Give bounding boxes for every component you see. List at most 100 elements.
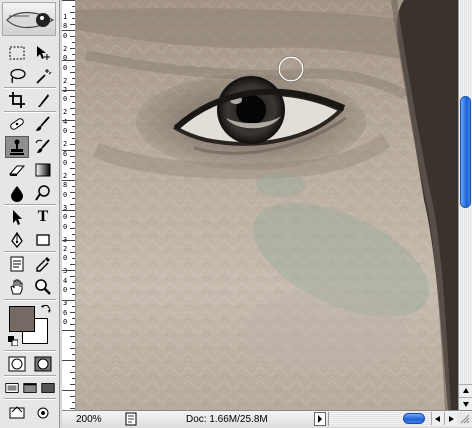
ruler-label: 0 xyxy=(63,127,68,136)
toolbox-panel: T xyxy=(0,0,60,428)
ruler-label: 0 xyxy=(63,95,68,104)
slice-tool[interactable] xyxy=(31,89,55,111)
ruler-label: 2 xyxy=(63,140,68,149)
default-colors-icon[interactable] xyxy=(8,336,18,346)
blur-tool[interactable] xyxy=(5,182,29,204)
notes-tool[interactable] xyxy=(5,253,29,275)
quick-mask-button[interactable] xyxy=(31,353,55,375)
gradient-tool[interactable] xyxy=(31,159,55,181)
pen-tool[interactable] xyxy=(5,229,29,251)
screen-mode-full[interactable] xyxy=(39,377,57,399)
ruler-label: 0 xyxy=(63,254,68,263)
ruler-label: 0 xyxy=(63,286,68,295)
zoom-tool[interactable] xyxy=(31,276,55,298)
status-menu-button[interactable] xyxy=(314,412,326,426)
ruler-tick xyxy=(72,162,75,163)
scroll-right-button[interactable] xyxy=(444,412,457,425)
ruler-label: 2 xyxy=(63,108,68,117)
healing-brush-tool[interactable] xyxy=(5,113,29,135)
marquee-tool[interactable] xyxy=(5,42,29,64)
vertical-scroll-thumb[interactable] xyxy=(460,96,471,208)
photoshop-eye-icon xyxy=(6,11,55,29)
ruler-tick xyxy=(72,222,75,223)
standard-mode-icon xyxy=(8,356,26,372)
jump-to-imageready-button[interactable] xyxy=(5,401,29,423)
ruler-label: 3 xyxy=(63,299,68,308)
document-icon[interactable] xyxy=(124,412,138,426)
ruler-tick xyxy=(70,156,75,157)
history-brush-tool[interactable] xyxy=(31,136,55,158)
ruler-tick xyxy=(72,54,75,55)
arrow-pointer-icon xyxy=(13,210,22,225)
ruler-tick xyxy=(70,396,75,397)
swap-colors-icon[interactable] xyxy=(40,303,52,315)
move-arrow-icon xyxy=(37,46,50,60)
ruler-label: 0 xyxy=(63,31,68,40)
note-icon xyxy=(10,256,24,272)
hand-tool[interactable] xyxy=(5,276,29,298)
magic-wand-icon xyxy=(36,69,52,84)
path-selection-tool[interactable] xyxy=(5,206,29,228)
ruler-tick xyxy=(62,210,75,211)
ruler-tick xyxy=(62,60,75,61)
foreground-color-swatch[interactable] xyxy=(9,306,35,332)
eyedropper-tool[interactable] xyxy=(31,253,55,275)
screen-mode-full-menu[interactable] xyxy=(21,377,39,399)
horizontal-scroll-thumb[interactable] xyxy=(403,413,425,424)
vertical-ruler: 180200220240260280300320340360 xyxy=(62,0,76,410)
image-preview-button[interactable] xyxy=(31,401,55,423)
ruler-label: 0 xyxy=(63,54,68,63)
ruler-tick xyxy=(72,114,75,115)
ruler-tick xyxy=(72,198,75,199)
scroll-down-button[interactable] xyxy=(459,397,472,410)
vertical-scrollbar[interactable] xyxy=(458,0,472,410)
ruler-label: 6 xyxy=(63,308,68,317)
resize-grip[interactable] xyxy=(458,412,472,425)
brush-tool[interactable] xyxy=(31,113,55,135)
ruler-tick xyxy=(70,192,75,193)
dodge-tool[interactable] xyxy=(31,182,55,204)
type-tool[interactable]: T xyxy=(31,206,55,228)
standard-mode-button[interactable] xyxy=(5,353,29,375)
image-canvas[interactable] xyxy=(76,0,458,410)
drop-icon xyxy=(11,186,23,202)
clone-stamp-tool[interactable] xyxy=(5,136,29,158)
ruler-tick xyxy=(62,270,75,271)
arrow-up-icon xyxy=(462,388,469,393)
zoom-level-field[interactable]: 200% xyxy=(76,413,122,426)
ruler-tick xyxy=(70,408,75,409)
move-tool[interactable] xyxy=(31,42,55,64)
scroll-left-button[interactable] xyxy=(431,412,444,425)
screen-mode-standard[interactable] xyxy=(3,377,21,399)
magic-wand-tool[interactable] xyxy=(31,65,55,87)
magnifier-icon xyxy=(35,279,51,295)
crop-tool[interactable] xyxy=(5,89,29,111)
rectangle-icon xyxy=(36,234,50,246)
shape-tool[interactable] xyxy=(31,229,55,251)
ruler-tick xyxy=(70,204,75,205)
hand-icon xyxy=(10,279,23,295)
ruler-tick xyxy=(70,144,75,145)
ruler-tick xyxy=(62,150,75,151)
ruler-tick xyxy=(70,264,75,265)
toolbox-divider xyxy=(4,398,56,400)
dashed-rect-icon xyxy=(9,46,25,60)
ruler-label: 1 xyxy=(63,13,68,21)
eraser-tool[interactable] xyxy=(5,159,29,181)
ruler-label: 6 xyxy=(63,149,68,158)
scroll-up-button[interactable] xyxy=(459,384,472,397)
document-size-info: Doc: 1.66M/25.8M xyxy=(186,414,268,425)
ruler-label: 2 xyxy=(63,44,68,53)
ruler-tick xyxy=(72,342,75,343)
brush-icon xyxy=(36,116,50,131)
toolbox-header-logo[interactable] xyxy=(2,2,56,36)
ruler-tick xyxy=(72,378,75,379)
ruler-tick xyxy=(70,48,75,49)
toolbox-divider xyxy=(4,350,56,352)
type-t-icon: T xyxy=(37,208,49,225)
ruler-label: 8 xyxy=(63,181,68,190)
ruler-tick xyxy=(72,246,75,247)
crop-icon xyxy=(9,92,25,108)
horizontal-scrollbar[interactable] xyxy=(328,412,472,426)
lasso-tool[interactable] xyxy=(5,65,29,87)
